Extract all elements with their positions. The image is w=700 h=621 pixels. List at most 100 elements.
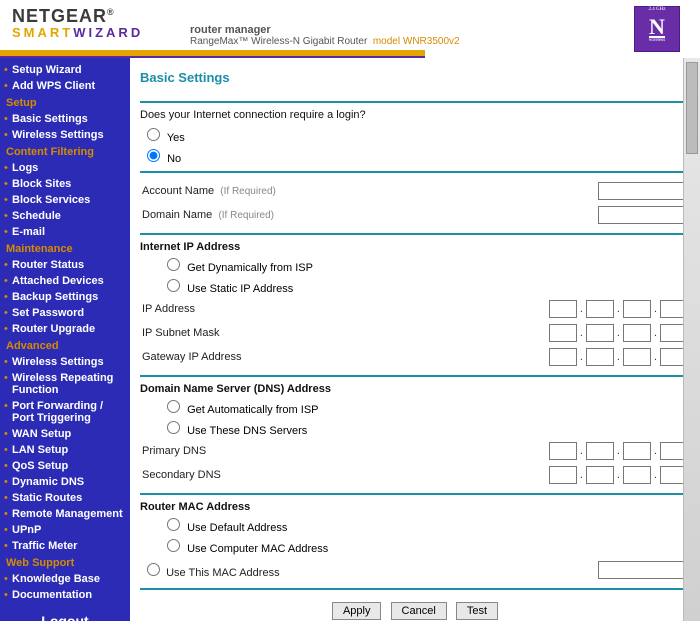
ip-static-row[interactable]: Use Static IP Address [142, 276, 690, 295]
sdns-3[interactable] [623, 466, 651, 484]
sidebar-item-router-upgrade[interactable]: Router Upgrade [0, 321, 130, 337]
login-no-label: No [167, 153, 181, 165]
dns-auto-radio[interactable] [167, 400, 180, 413]
secondary-dns-label: Secondary DNS [140, 463, 342, 487]
login-yes-radio[interactable] [147, 128, 160, 141]
sidebar-section-content-filtering: Content Filtering [0, 143, 130, 160]
subnet-1[interactable] [549, 324, 577, 342]
subnet-2[interactable] [586, 324, 614, 342]
pdns-3[interactable] [623, 442, 651, 460]
ip-address-input-group: ... [371, 297, 690, 321]
sidebar-item-label: Backup Settings [12, 291, 98, 303]
account-name-input[interactable] [598, 182, 688, 200]
sidebar-item-static-routes[interactable]: Static Routes [0, 490, 130, 506]
sdns-1[interactable] [549, 466, 577, 484]
sidebar-item-label: WAN Setup [12, 428, 71, 440]
mac-section-header: Router MAC Address [140, 501, 690, 513]
domain-name-input[interactable] [598, 206, 688, 224]
mac-default-label: Use Default Address [187, 522, 287, 534]
sidebar-item-backup-settings[interactable]: Backup Settings [0, 289, 130, 305]
dns-manual-radio[interactable] [167, 421, 180, 434]
sidebar-item-label: Wireless Repeating Function [12, 372, 113, 396]
sidebar-item-add-wps-client[interactable]: Add WPS Client [0, 78, 130, 94]
sidebar-item-dynamic-dns[interactable]: Dynamic DNS [0, 474, 130, 490]
scrollbar-thumb[interactable] [686, 62, 698, 154]
primary-dns-input-group: ... [342, 439, 690, 463]
ip-dynamic-row[interactable]: Get Dynamically from ISP [142, 255, 690, 274]
primary-dns-label: Primary DNS [140, 439, 342, 463]
sidebar-item-block-sites[interactable]: Block Sites [0, 176, 130, 192]
dns-auto-row[interactable]: Get Automatically from ISP [142, 397, 690, 416]
gateway-3[interactable] [623, 348, 651, 366]
sidebar-item-label: Add WPS Client [12, 80, 95, 92]
secondary-dns-input-group: ... [342, 463, 690, 487]
pdns-1[interactable] [549, 442, 577, 460]
ip-addr-3[interactable] [623, 300, 651, 318]
sidebar-item-wireless-settings[interactable]: Wireless Settings [0, 127, 130, 143]
sidebar-item-schedule[interactable]: Schedule [0, 208, 130, 224]
sidebar-item-basic-settings[interactable]: Basic Settings [0, 111, 130, 127]
sidebar-item-traffic-meter[interactable]: Traffic Meter [0, 538, 130, 554]
ip-address-label: IP Address [140, 297, 371, 321]
sidebar-item-wireless-settings[interactable]: Wireless Settings [0, 354, 130, 370]
gateway-1[interactable] [549, 348, 577, 366]
mac-computer-row[interactable]: Use Computer MAC Address [142, 536, 690, 555]
sidebar-section-maintenance: Maintenance [0, 240, 130, 257]
sidebar-item-label: Schedule [12, 210, 61, 222]
ip-addr-2[interactable] [586, 300, 614, 318]
sidebar-section-setup: Setup [0, 94, 130, 111]
sidebar-item-attached-devices[interactable]: Attached Devices [0, 273, 130, 289]
subnet-3[interactable] [623, 324, 651, 342]
sidebar-item-label: Attached Devices [12, 275, 104, 287]
ip-static-label: Use Static IP Address [187, 283, 293, 295]
mac-this-input[interactable] [598, 561, 688, 579]
dns-auto-label: Get Automatically from ISP [187, 404, 318, 416]
sidebar-item-qos-setup[interactable]: QoS Setup [0, 458, 130, 474]
login-yes-row[interactable]: Yes [142, 125, 690, 144]
sidebar-item-remote-management[interactable]: Remote Management [0, 506, 130, 522]
dns-manual-row[interactable]: Use These DNS Servers [142, 418, 690, 437]
sidebar-item-setup-wizard[interactable]: Setup Wizard [0, 62, 130, 78]
ip-static-radio[interactable] [167, 279, 180, 292]
sidebar-item-knowledge-base[interactable]: Knowledge Base [0, 571, 130, 587]
sidebar-item-label: E-mail [12, 226, 45, 238]
n-badge-icon: 2.4 GHz N wireless [634, 6, 680, 52]
pdns-2[interactable] [586, 442, 614, 460]
sidebar-item-wan-setup[interactable]: WAN Setup [0, 426, 130, 442]
test-button[interactable]: Test [456, 602, 498, 620]
sidebar-item-router-status[interactable]: Router Status [0, 257, 130, 273]
login-no-row[interactable]: No [142, 146, 690, 165]
mac-computer-radio[interactable] [167, 539, 180, 552]
sidebar-item-wireless-repeating-function[interactable]: Wireless Repeating Function [0, 370, 130, 398]
sidebar-item-upnp[interactable]: UPnP [0, 522, 130, 538]
sdns-2[interactable] [586, 466, 614, 484]
sidebar-item-label: Remote Management [12, 508, 123, 520]
vertical-scrollbar[interactable] [683, 58, 700, 621]
mac-default-row[interactable]: Use Default Address [142, 515, 690, 534]
dns-manual-label: Use These DNS Servers [187, 425, 307, 437]
gateway-2[interactable] [586, 348, 614, 366]
sidebar-item-label: Block Sites [12, 178, 71, 190]
action-buttons: Apply Cancel Test [140, 602, 690, 620]
account-name-label: Account Name (If Required) [140, 179, 467, 203]
sidebar-item-port-forwarding-port-triggering[interactable]: Port Forwarding / Port Triggering [0, 398, 130, 426]
ip-addr-1[interactable] [549, 300, 577, 318]
sidebar-item-label: Block Services [12, 194, 90, 206]
login-no-radio[interactable] [147, 149, 160, 162]
apply-button[interactable]: Apply [332, 602, 382, 620]
sidebar-item-label: Basic Settings [12, 113, 88, 125]
cancel-button[interactable]: Cancel [391, 602, 447, 620]
ip-section-header: Internet IP Address [140, 241, 690, 253]
ip-dynamic-radio[interactable] [167, 258, 180, 271]
mac-default-radio[interactable] [167, 518, 180, 531]
sidebar-item-documentation[interactable]: Documentation [0, 587, 130, 603]
sidebar-item-block-services[interactable]: Block Services [0, 192, 130, 208]
sidebar-item-e-mail[interactable]: E-mail [0, 224, 130, 240]
sidebar-item-lan-setup[interactable]: LAN Setup [0, 442, 130, 458]
logout-button[interactable]: Logout [0, 603, 130, 621]
mac-this-radio[interactable] [147, 563, 160, 576]
sidebar-item-logs[interactable]: Logs [0, 160, 130, 176]
mac-this-row[interactable]: Use This MAC Address [140, 557, 471, 582]
sidebar-item-set-password[interactable]: Set Password [0, 305, 130, 321]
sidebar-item-label: Traffic Meter [12, 540, 77, 552]
